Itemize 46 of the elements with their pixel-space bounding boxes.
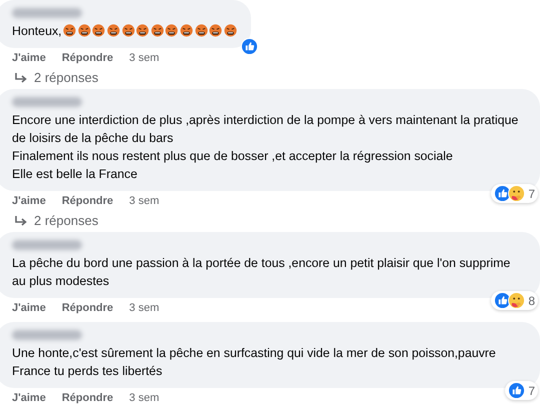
hugging-face-icon (508, 185, 526, 202)
reaction-badge[interactable]: 7 (491, 184, 538, 203)
angry-face-icon (78, 24, 91, 37)
reply-link[interactable]: Répondre (62, 392, 114, 405)
reply-arrow-icon (14, 72, 27, 84)
like-link[interactable]: J'aime (12, 52, 46, 66)
comment-time: 3 sem (129, 302, 160, 316)
blurred-name (12, 8, 82, 18)
angry-face-icon (106, 24, 120, 37)
comment-time: 3 sem (129, 52, 160, 66)
comment-text: La pêche du bord une passion à la portée de tous ,encore un petit plaisir que l'on supprime au plus modestes (12, 255, 512, 290)
like-link[interactable]: J'aime (12, 195, 46, 209)
view-replies-link[interactable]: 2 réponses (0, 209, 540, 232)
angry-face-icon (165, 24, 178, 37)
comment-time: 3 sem (129, 392, 160, 405)
blurred-name (12, 97, 82, 107)
comment-text: Une honte,c'est sûrement la pêche en surfcasting qui vide la mer de son poisson,pauvre France tu perds tes libertés (12, 345, 497, 380)
angry-face-icon (92, 24, 106, 37)
reply-link[interactable]: Répondre (62, 302, 114, 316)
angry-face-icon (224, 24, 237, 37)
angry-face-icon (209, 24, 222, 37)
thumbs-up-icon (240, 38, 258, 55)
reply-link[interactable]: Répondre (62, 195, 114, 209)
angry-face-icon (136, 24, 150, 37)
comment-text: Encore une interdiction de plus ,après interdiction de la pompe à vers maintenant la pratique de loisirs de la pêche du bars (12, 112, 520, 147)
reaction-badge[interactable]: 7 (505, 381, 538, 400)
blurred-name (12, 240, 82, 250)
reaction-badge[interactable]: 8 (491, 291, 538, 310)
angry-face-icon (180, 24, 193, 37)
reply-link[interactable]: Répondre (62, 52, 114, 66)
like-link[interactable]: J'aime (12, 392, 46, 405)
comment-text: Finalement ils nous restent plus que de bosser ,et accepter la régression sociale (12, 148, 454, 165)
angry-face-icon (150, 24, 164, 37)
angry-face-icon (122, 24, 135, 37)
blurred-name (12, 330, 82, 340)
hugging-face-icon (508, 292, 526, 309)
comment-text: Elle est belle la France (12, 166, 138, 183)
comment-text: Honteux, (12, 22, 237, 40)
like-link[interactable]: J'aime (12, 302, 46, 316)
view-replies-link[interactable]: 2 réponses (0, 66, 540, 89)
comment-time: 3 sem (129, 195, 160, 209)
thumbs-up-icon (508, 382, 526, 399)
reply-arrow-icon (14, 214, 27, 226)
angry-face-icon (194, 24, 208, 37)
reaction-badge[interactable] (240, 37, 259, 56)
angry-face-icon (63, 24, 76, 37)
